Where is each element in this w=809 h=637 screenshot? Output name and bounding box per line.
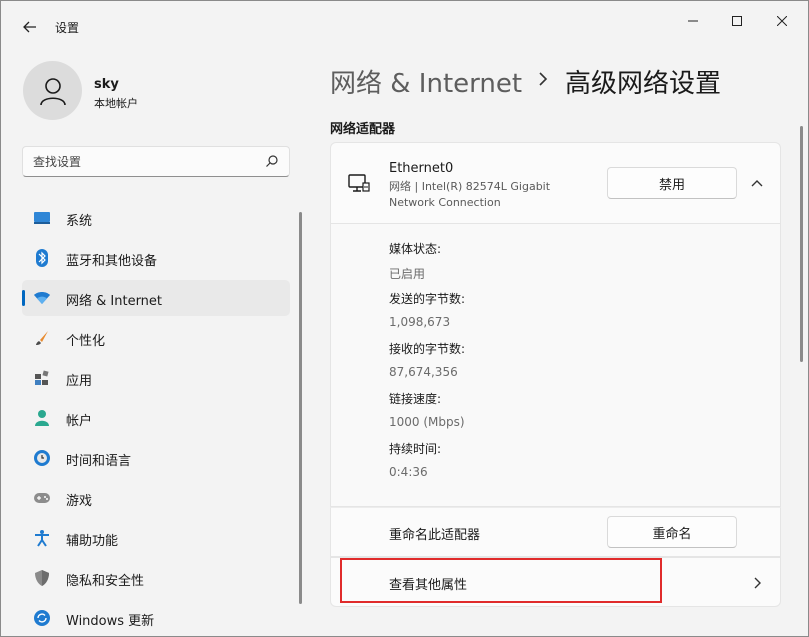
brush-icon (33, 329, 51, 347)
link-speed-label: 链接速度: (389, 392, 442, 406)
media-state-value: 已启用 (389, 267, 426, 281)
update-icon (33, 609, 51, 627)
chevron-up-icon[interactable] (749, 175, 765, 191)
minimize-icon (688, 20, 698, 22)
arrow-left-icon (23, 21, 36, 33)
close-button[interactable] (771, 11, 793, 31)
sidebar-item-windows-update[interactable]: Windows 更新 (22, 600, 290, 636)
page-title: 高级网络设置 (565, 69, 722, 99)
sidebar-item-personalization[interactable]: 个性化 (22, 320, 290, 356)
chevron-right-icon (536, 67, 550, 91)
wifi-icon (33, 289, 51, 307)
chevron-right-icon (749, 575, 765, 591)
active-indicator (22, 290, 25, 306)
sidebar-scrollbar[interactable] (299, 212, 302, 604)
accessibility-icon (33, 529, 51, 547)
gamepad-icon (33, 489, 51, 507)
sidebar-item-privacy[interactable]: 隐私和安全性 (22, 560, 290, 596)
bytes-received-label: 接收的字节数: (389, 342, 466, 356)
sidebar-item-label: 帐户 (66, 414, 93, 429)
system-icon (33, 209, 51, 227)
apps-icon (33, 369, 51, 387)
rename-button[interactable]: 重命名 (607, 516, 737, 548)
settings-window: 设置 sky 本地帐户 系统 蓝牙和其他设备 网络 & I (0, 0, 809, 637)
sidebar-item-apps[interactable]: 应用 (22, 360, 290, 396)
maximize-button[interactable] (726, 11, 748, 31)
sidebar-item-label: 系统 (66, 214, 93, 229)
rename-label: 重命名此适配器 (389, 528, 481, 543)
back-button[interactable] (19, 17, 41, 37)
shield-icon (33, 569, 51, 587)
sidebar-item-label: 蓝牙和其他设备 (66, 254, 158, 269)
bluetooth-icon (33, 249, 51, 267)
search-input[interactable] (33, 153, 253, 171)
avatar[interactable] (23, 61, 82, 120)
sidebar-item-label: 网络 & Internet (66, 294, 163, 309)
sidebar-item-label: 游戏 (66, 494, 93, 509)
user-name: sky (94, 77, 119, 92)
sidebar-item-label: 辅助功能 (66, 534, 119, 549)
sidebar-item-label: 个性化 (66, 334, 106, 349)
sidebar-item-system[interactable]: 系统 (22, 200, 290, 236)
highlight-annotation (340, 558, 662, 603)
adapter-name: Ethernet0 (389, 161, 454, 176)
adapter-description: 网络 | Intel(R) 82574L Gigabit Network Con… (389, 180, 551, 209)
sidebar-item-label: Windows 更新 (66, 614, 155, 629)
breadcrumb-parent[interactable]: 网络 & Internet (330, 63, 522, 100)
duration-value: 0:4:36 (389, 465, 428, 479)
minimize-button[interactable] (682, 11, 704, 31)
bytes-sent-value: 1,098,673 (389, 315, 451, 329)
account-type: 本地帐户 (94, 97, 138, 110)
duration-label: 持续时间: (389, 442, 442, 456)
main-scrollbar[interactable] (800, 126, 803, 362)
title-bar: 设置 (1, 1, 808, 49)
sidebar-item-time-language[interactable]: 时间和语言 (22, 440, 290, 476)
sidebar-item-bluetooth[interactable]: 蓝牙和其他设备 (22, 240, 290, 276)
sidebar-item-network[interactable]: 网络 & Internet (22, 280, 290, 316)
ethernet-icon (348, 174, 370, 192)
search-box[interactable] (22, 146, 290, 177)
sidebar-item-gaming[interactable]: 游戏 (22, 480, 290, 516)
adapter-details: 媒体状态: 已启用 发送的字节数: 1,098,673 接收的字节数: 87,6… (330, 224, 781, 507)
sidebar-item-label: 隐私和安全性 (66, 574, 145, 589)
search-icon[interactable] (265, 154, 279, 168)
sidebar-item-accounts[interactable]: 帐户 (22, 400, 290, 436)
adapter-card[interactable]: Ethernet0 网络 | Intel(R) 82574L Gigabit N… (330, 142, 781, 224)
rename-row: 重命名此适配器 重命名 (330, 507, 781, 557)
close-icon (777, 16, 787, 26)
maximize-icon (732, 16, 742, 26)
disable-button[interactable]: 禁用 (607, 167, 737, 199)
media-state-label: 媒体状态: (389, 242, 442, 256)
person-icon (33, 409, 51, 427)
app-title: 设置 (55, 21, 80, 35)
sidebar-item-accessibility[interactable]: 辅助功能 (22, 520, 290, 556)
user-icon (39, 77, 66, 105)
section-title: 网络适配器 (330, 122, 396, 137)
bytes-received-value: 87,674,356 (389, 365, 458, 379)
clock-globe-icon (33, 449, 51, 467)
sidebar-item-label: 应用 (66, 374, 93, 389)
sidebar-item-label: 时间和语言 (66, 454, 132, 469)
bytes-sent-label: 发送的字节数: (389, 292, 466, 306)
link-speed-value: 1000 (Mbps) (389, 415, 465, 429)
